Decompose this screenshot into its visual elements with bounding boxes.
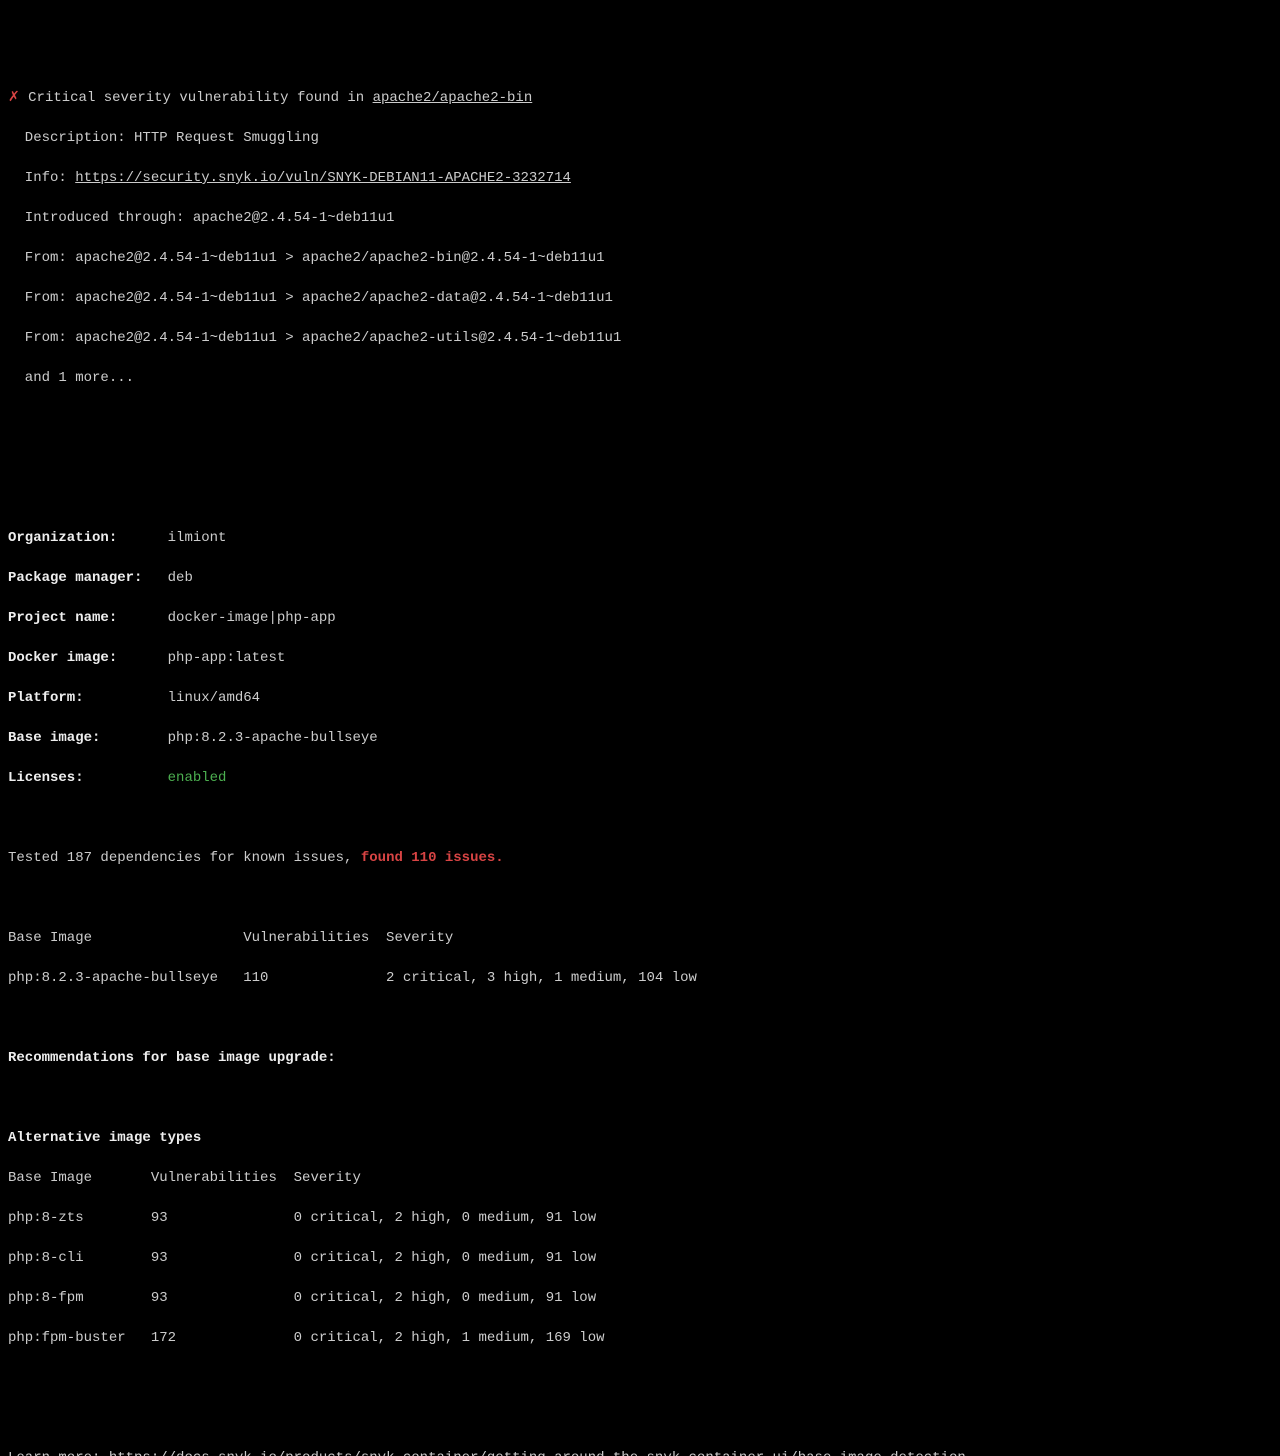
alt-table-row: php:8-fpm 93 0 critical, 2 high, 0 mediu… [8, 1288, 1272, 1308]
recommendations-header: Recommendations for base image upgrade: [8, 1048, 1272, 1068]
vuln-info: Info: https://security.snyk.io/vuln/SNYK… [8, 168, 1272, 188]
alt-table-row: php:8-cli 93 0 critical, 2 high, 0 mediu… [8, 1248, 1272, 1268]
learn-more-link[interactable]: https://docs.snyk.io/products/snyk-conta… [109, 1450, 966, 1456]
alt-table-row: php:fpm-buster 172 0 critical, 2 high, 1… [8, 1328, 1272, 1348]
summary-base-image: Base image: php:8.2.3-apache-bullseye [8, 728, 1272, 748]
summary-docker-image: Docker image: php-app:latest [8, 648, 1272, 668]
summary-project-name: Project name: docker-image|php-app [8, 608, 1272, 628]
severity-text: Critical severity vulnerability found in [20, 90, 373, 106]
vuln-from-1: From: apache2@2.4.54-1~deb11u1 > apache2… [8, 248, 1272, 268]
base-image-table-header: Base Image Vulnerabilities Severity [8, 928, 1272, 948]
summary-licenses: Licenses: enabled [8, 768, 1272, 788]
x-icon: ✗ [8, 90, 20, 106]
tested-summary: Tested 187 dependencies for known issues… [8, 848, 1272, 868]
base-image-table-row: php:8.2.3-apache-bullseye 110 2 critical… [8, 968, 1272, 988]
vuln-description: Description: HTTP Request Smuggling [8, 128, 1272, 148]
summary-platform: Platform: linux/amd64 [8, 688, 1272, 708]
alternative-images-header: Alternative image types [8, 1128, 1272, 1148]
alt-table-row: php:8-zts 93 0 critical, 2 high, 0 mediu… [8, 1208, 1272, 1228]
vuln-from-2: From: apache2@2.4.54-1~deb11u1 > apache2… [8, 288, 1272, 308]
vuln-from-3: From: apache2@2.4.54-1~deb11u1 > apache2… [8, 328, 1272, 348]
vuln-package-link[interactable]: apache2/apache2-bin [373, 90, 533, 106]
learn-more: Learn more: https://docs.snyk.io/product… [8, 1448, 1272, 1456]
summary-package-manager: Package manager: deb [8, 568, 1272, 588]
vuln-introduced: Introduced through: apache2@2.4.54-1~deb… [8, 208, 1272, 228]
vuln-header-line: ✗ Critical severity vulnerability found … [8, 88, 1272, 108]
vuln-info-link[interactable]: https://security.snyk.io/vuln/SNYK-DEBIA… [75, 170, 571, 186]
vuln-more: and 1 more... [8, 368, 1272, 388]
issues-found: found 110 issues. [361, 850, 504, 866]
alt-table-header: Base Image Vulnerabilities Severity [8, 1168, 1272, 1188]
summary-organization: Organization: ilmiont [8, 528, 1272, 548]
licenses-enabled: enabled [159, 770, 226, 786]
